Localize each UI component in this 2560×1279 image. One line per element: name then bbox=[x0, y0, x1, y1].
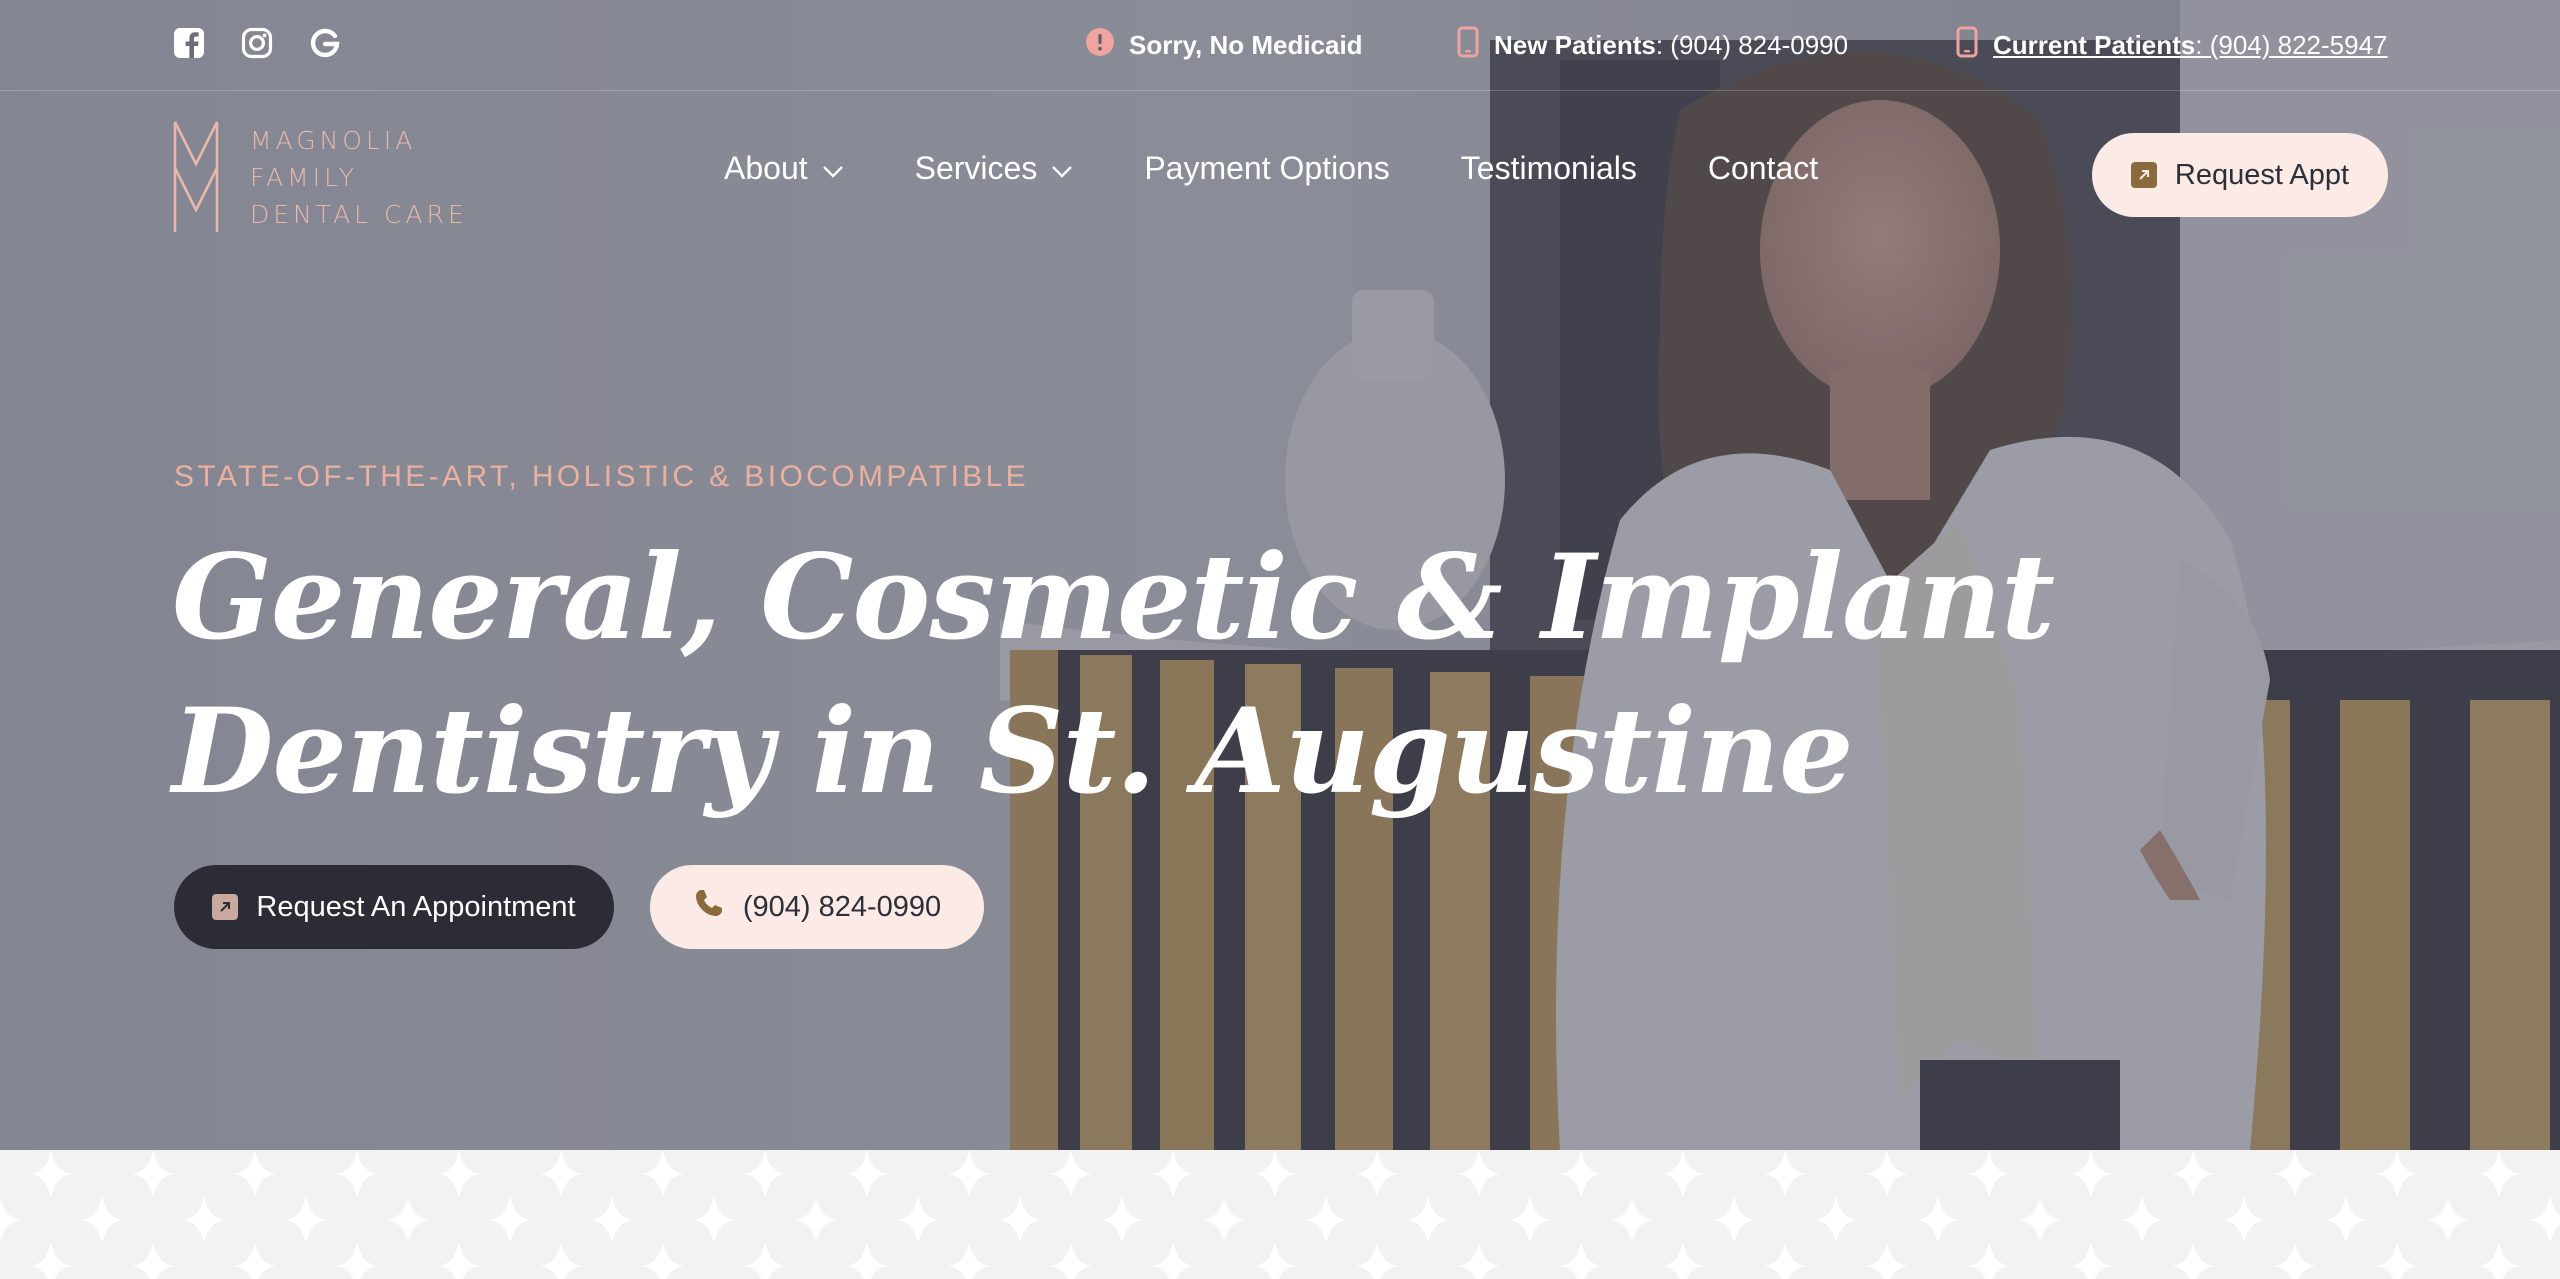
nav-item-label: About bbox=[724, 150, 808, 186]
logo-line: DENTAL CARE bbox=[250, 200, 468, 229]
request-appointment-label: Request An Appointment bbox=[256, 890, 576, 923]
nav-item-about[interactable]: About bbox=[724, 150, 844, 187]
medicaid-notice-text: Sorry, No Medicaid bbox=[1129, 29, 1363, 60]
mobile-phone-icon bbox=[1456, 26, 1480, 65]
request-appointment-button[interactable]: Request An Appointment bbox=[174, 865, 614, 949]
current-patients-phone[interactable]: Current Patients: (904) 822-5947 bbox=[1955, 0, 2388, 90]
mobile-phone-icon bbox=[1955, 26, 1979, 65]
magnolia-m-logo-icon bbox=[172, 118, 220, 239]
call-phone-label: (904) 824-0990 bbox=[742, 890, 942, 923]
call-phone-button[interactable]: (904) 824-0990 bbox=[650, 865, 984, 949]
nav-item-payment-options[interactable]: Payment Options bbox=[1144, 150, 1389, 187]
request-appt-button[interactable]: Request Appt bbox=[2092, 133, 2388, 217]
external-arrow-icon bbox=[2130, 162, 2157, 188]
site-logo[interactable]: MAGNOLIA FAMILY DENTAL CARE bbox=[172, 118, 468, 239]
logo-wordmark: MAGNOLIA FAMILY DENTAL CARE bbox=[250, 122, 468, 233]
nav-item-label: Contact bbox=[1707, 150, 1819, 186]
main-nav: About Services Payment Options Testimoni… bbox=[724, 150, 1818, 187]
nav-item-services[interactable]: Services bbox=[915, 150, 1074, 187]
instagram-icon[interactable] bbox=[240, 26, 274, 60]
request-appt-label: Request Appt bbox=[2174, 158, 2350, 191]
external-arrow-icon bbox=[212, 894, 239, 920]
nav-item-testimonials[interactable]: Testimonials bbox=[1461, 150, 1637, 187]
nav-item-contact[interactable]: Contact bbox=[1708, 150, 1818, 187]
nav-item-label: Testimonials bbox=[1460, 150, 1637, 186]
facebook-icon[interactable] bbox=[172, 26, 206, 60]
hero-eyebrow: STATE-OF-THE-ART, HOLISTIC & BIOCOMPATIB… bbox=[174, 460, 1030, 493]
new-patients-number[interactable]: (904) 824-0990 bbox=[1670, 30, 1848, 60]
medicaid-notice: Sorry, No Medicaid bbox=[1085, 0, 1363, 90]
alert-icon bbox=[1085, 27, 1115, 64]
current-patients-number[interactable]: (904) 822-5947 bbox=[2210, 30, 2388, 60]
decorative-pattern-band bbox=[0, 1150, 2560, 1279]
nav-item-label: Services bbox=[914, 150, 1038, 186]
current-patients-label[interactable]: Current Patients bbox=[1993, 30, 2195, 60]
headline-line: Dentistry in St. Augustine bbox=[172, 682, 1854, 820]
headline-line: General, Cosmetic & Implant bbox=[172, 528, 2055, 666]
phone-icon bbox=[693, 887, 725, 927]
logo-line: MAGNOLIA bbox=[250, 126, 417, 155]
sparkle-pattern bbox=[0, 1150, 2560, 1279]
chevron-down-icon bbox=[1051, 150, 1073, 187]
hero-headline: General, Cosmetic & Implant Dentistry in… bbox=[172, 520, 2055, 828]
top-bar: Sorry, No Medicaid New Patients: (904) 8… bbox=[0, 0, 2560, 91]
nav-item-label: Payment Options bbox=[1144, 150, 1390, 186]
new-patients-phone[interactable]: New Patients: (904) 824-0990 bbox=[1456, 0, 1848, 90]
google-icon[interactable] bbox=[308, 26, 342, 60]
social-links bbox=[172, 26, 342, 60]
new-patients-label: New Patients bbox=[1494, 29, 1656, 60]
chevron-down-icon bbox=[822, 150, 844, 187]
logo-line: FAMILY bbox=[250, 163, 359, 192]
